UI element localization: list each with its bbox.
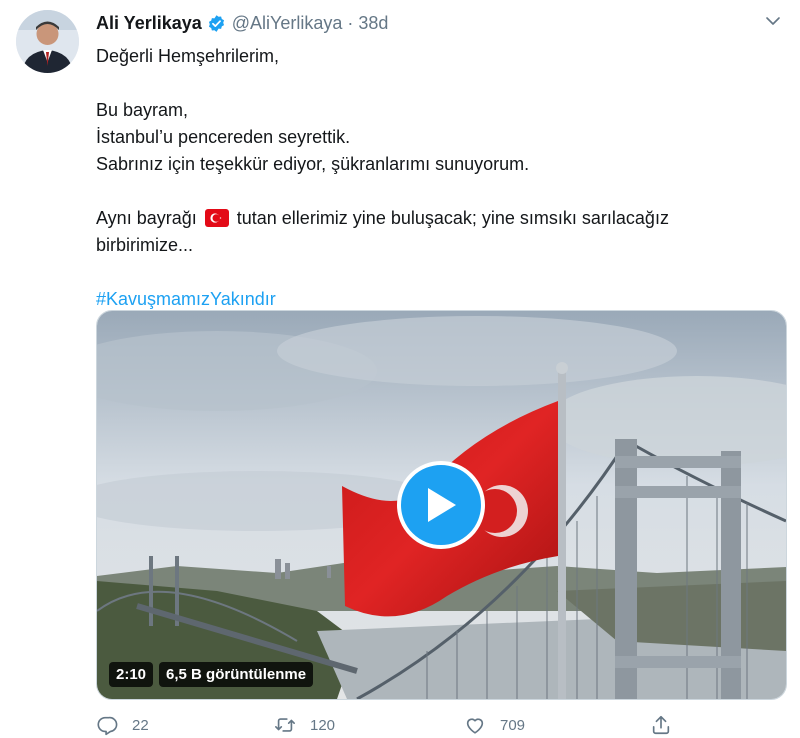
like-count: 709: [500, 716, 526, 734]
tweet-time[interactable]: 38d: [358, 13, 388, 34]
tweet-line-part: tutan ellerimiz yine buluşacak; yine sım…: [236, 208, 669, 228]
reply-icon: [97, 716, 118, 736]
tweet-line: Sabrınız için teşekkür ediyor, şükranlar…: [96, 154, 530, 174]
video-overlay: 2:10 6,5 B görüntülenme: [109, 662, 314, 687]
video-duration: 2:10: [109, 662, 154, 687]
tweet-text: Değerli Hemşehrilerim, Bu bayram, İstanb…: [96, 43, 776, 313]
reply-count: 22: [132, 716, 149, 734]
tweet-header: Ali Yerlikaya @AliYerlikaya · 38d: [96, 11, 388, 35]
flag-turkey-emoji: [204, 209, 229, 227]
tweet-line-part: Aynı bayrağı: [96, 208, 197, 228]
tweet-line: birbirimize...: [96, 235, 194, 255]
chevron-down-icon[interactable]: [764, 12, 782, 30]
video-player[interactable]: 2:10 6,5 B görüntülenme: [96, 310, 787, 700]
author-name[interactable]: Ali Yerlikaya: [96, 13, 202, 34]
avatar-photo: [16, 10, 79, 73]
play-button[interactable]: [397, 461, 485, 549]
share-icon: [652, 715, 670, 735]
like-icon: [466, 718, 484, 734]
action-bar: 22 120 709: [96, 712, 776, 738]
verified-badge-icon: [208, 14, 224, 32]
reply-button[interactable]: 22: [96, 714, 274, 736]
share-button[interactable]: [650, 714, 686, 736]
hashtag-link[interactable]: #KavuşmamızYakındır: [96, 289, 276, 309]
avatar[interactable]: [16, 10, 79, 73]
retweet-button[interactable]: 120: [274, 714, 464, 736]
video-view-count: 6,5 B görüntülenme: [159, 662, 314, 687]
tweet-line: Değerli Hemşehrilerim,: [96, 46, 280, 66]
tweet-line: Aynı bayrağı tutan ellerimiz yine buluşa…: [96, 205, 776, 232]
author-handle[interactable]: @AliYerlikaya: [232, 13, 343, 34]
play-icon: [428, 488, 456, 522]
retweet-icon: [275, 718, 295, 732]
retweet-count: 120: [310, 716, 336, 734]
like-button[interactable]: 709: [464, 714, 650, 736]
tweet-line: İstanbul’u pencereden seyrettik.: [96, 127, 351, 147]
separator-dot: ·: [347, 12, 354, 33]
tweet-line: Bu bayram,: [96, 100, 189, 120]
